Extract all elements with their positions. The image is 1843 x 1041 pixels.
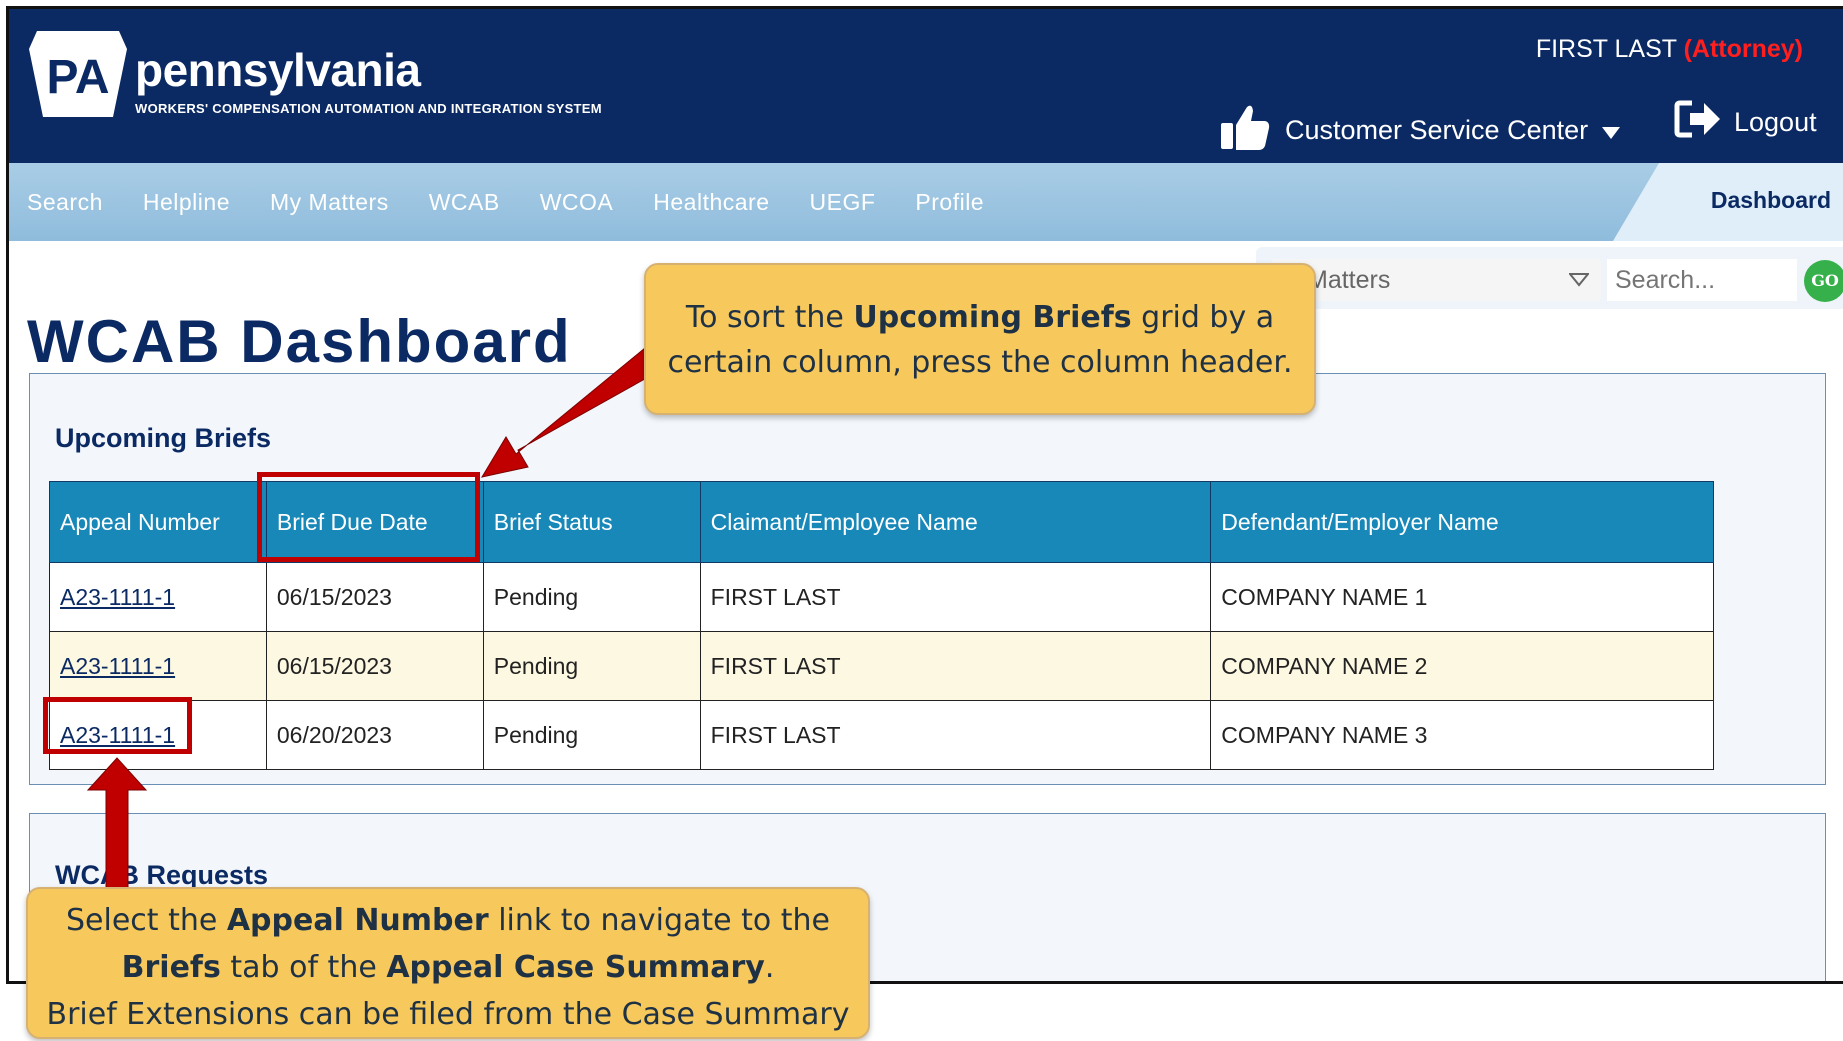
callout-text: Select the (65, 903, 227, 938)
callout-text: certain column, press the column header. (667, 345, 1293, 380)
sort-instruction-callout: To sort the Upcoming Briefs grid by a ce… (644, 263, 1316, 415)
callout-emphasis: Appeal Number (226, 903, 489, 938)
callout-emphasis: Upcoming Briefs (853, 300, 1132, 335)
arrow-to-column-header (480, 347, 660, 478)
callout-text: . (764, 950, 775, 985)
appeal-number-callout: Select the Appeal Number link to navigat… (26, 887, 870, 1039)
callout-emphasis: Appeal Case Summary (386, 950, 765, 985)
callout-text: Brief Extensions can be filed from the C… (46, 997, 850, 1032)
callout-emphasis: Briefs (121, 950, 221, 985)
callout-text: tab of the (220, 950, 387, 985)
callout-text: link to navigate to the (488, 903, 831, 938)
arrow-to-appeal-link (86, 757, 148, 901)
callout-text: grid by a (1131, 300, 1275, 335)
callout-text: To sort the (685, 300, 854, 335)
annotation-arrows (86, 347, 660, 901)
